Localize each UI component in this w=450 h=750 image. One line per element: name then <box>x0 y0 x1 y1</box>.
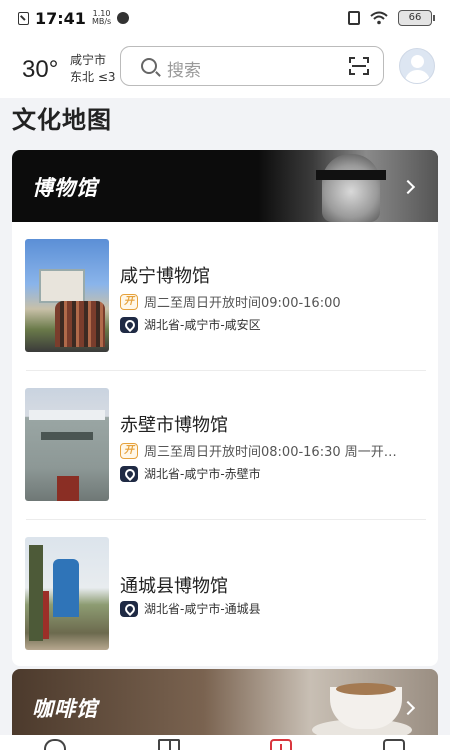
address-line: 湖北省-咸宁市-赤壁市 <box>120 465 261 482</box>
address-line: 湖北省-咸宁市-咸安区 <box>120 316 261 333</box>
statue-image <box>322 154 380 222</box>
vibrate-icon <box>348 11 360 25</box>
museum-thumbnail <box>25 239 109 352</box>
header: 30° 咸宁市 东北 ≤3 搜索 <box>0 36 450 98</box>
notification-icon <box>18 11 29 25</box>
open-hours-icon: 开 <box>120 293 138 310</box>
location-pin-icon <box>120 465 138 482</box>
location-pin-icon <box>120 600 138 617</box>
search-placeholder: 搜索 <box>167 61 201 81</box>
avatar[interactable] <box>399 48 435 84</box>
museum-hours: 周三至周日开放时间08:00-16:30 周一开… <box>144 445 397 460</box>
search-input[interactable]: 搜索 <box>120 46 384 86</box>
status-bar: 17:41 1.10 MB/s 66 <box>0 0 450 36</box>
open-hours-icon: 开 <box>120 442 138 459</box>
network-speed: 1.10 MB/s <box>91 9 112 26</box>
guide-icon[interactable] <box>158 739 180 750</box>
do-not-disturb-icon <box>117 12 130 24</box>
museum-name: 咸宁博物馆 <box>120 266 210 287</box>
museum-thumbnail <box>25 388 109 501</box>
list-item[interactable]: 咸宁博物馆 开 周二至周日开放时间09:00-16:00 湖北省-咸宁市-咸安区 <box>12 222 438 370</box>
clock: 17:41 <box>35 8 86 28</box>
address-line: 湖北省-咸宁市-通城县 <box>120 600 261 617</box>
museum-address: 湖北省-咸宁市-通城县 <box>144 602 261 616</box>
wind-label: 东北 ≤3 <box>70 70 116 84</box>
city-label[interactable]: 咸宁市 <box>70 51 106 68</box>
avatar-icon <box>411 55 424 68</box>
hours-line: 开 周三至周日开放时间08:00-16:30 周一开… <box>120 441 397 460</box>
temperature: 30° <box>22 56 59 83</box>
museum-name: 通城县博物馆 <box>120 576 228 597</box>
museum-hours: 周二至周日开放时间09:00-16:00 <box>144 296 341 311</box>
add-icon[interactable] <box>270 739 292 750</box>
list-item[interactable]: 通城县博物馆 湖北省-咸宁市-通城县 <box>12 520 438 666</box>
location-pin-icon <box>120 316 138 333</box>
museum-card: 博物馆 咸宁博物馆 开 周二至周日开放时间09:00-16:00 湖北省-咸宁市… <box>12 150 438 666</box>
museum-thumbnail <box>25 537 109 650</box>
bottom-nav <box>0 735 450 750</box>
museum-name: 赤壁市博物馆 <box>120 415 228 436</box>
home-icon[interactable] <box>44 739 66 750</box>
chevron-right-icon[interactable] <box>400 700 416 716</box>
museum-category-title: 博物馆 <box>32 176 98 200</box>
battery-indicator: 66 <box>398 10 435 26</box>
search-icon <box>141 58 157 74</box>
scan-icon[interactable] <box>349 57 369 75</box>
page-title: 文化地图 <box>12 106 112 134</box>
wifi-icon <box>370 11 388 25</box>
mine-icon[interactable] <box>383 739 405 750</box>
cafe-category-title: 咖啡馆 <box>32 697 98 721</box>
hours-line: 开 周二至周日开放时间09:00-16:00 <box>120 292 341 311</box>
museum-banner[interactable]: 博物馆 <box>12 150 438 222</box>
museum-address: 湖北省-咸宁市-赤壁市 <box>144 467 261 481</box>
museum-address: 湖北省-咸宁市-咸安区 <box>144 318 261 332</box>
list-item[interactable]: 赤壁市博物馆 开 周三至周日开放时间08:00-16:30 周一开… 湖北省-咸… <box>12 371 438 519</box>
